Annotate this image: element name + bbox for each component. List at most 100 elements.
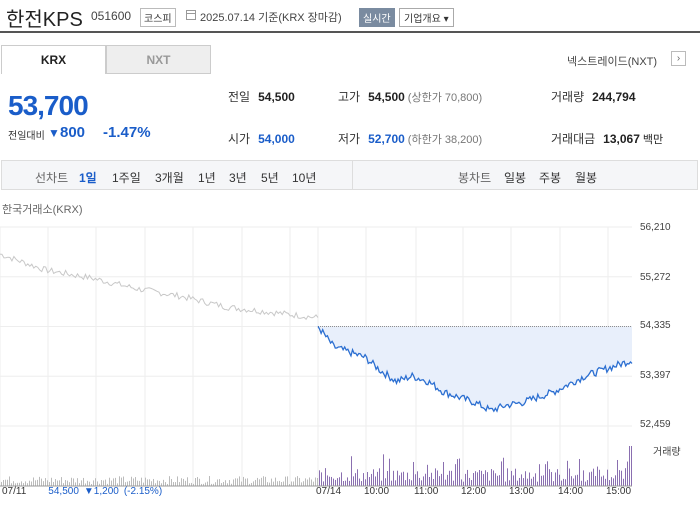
volume-bar — [607, 469, 608, 486]
volume-bar — [565, 479, 566, 486]
volume-bar — [345, 480, 346, 486]
amount-unit: 백만 — [642, 134, 664, 146]
volume-bar — [115, 477, 116, 486]
volume-bar — [195, 478, 196, 486]
volume-bar — [123, 476, 124, 486]
period-1y[interactable]: 1년 — [198, 169, 216, 186]
volume-bar — [163, 479, 164, 486]
candle-daily[interactable]: 일봉 — [504, 169, 526, 186]
volume-bar — [299, 477, 300, 486]
volume-bar — [361, 481, 362, 486]
volume-bar — [547, 461, 548, 486]
volume-bar — [389, 458, 390, 486]
volume-bar — [451, 470, 452, 486]
period-1d[interactable]: 1일 — [79, 169, 97, 186]
nextrade-link[interactable]: 넥스트레이드(NXT) — [567, 53, 657, 69]
volume-bar — [425, 473, 426, 486]
candle-chart-label: 봉차트 — [458, 171, 492, 185]
volume-bar — [623, 478, 624, 486]
volume-bar — [293, 481, 294, 486]
volume-bar — [341, 472, 342, 486]
volume-bar — [429, 477, 430, 486]
volume-bar — [337, 478, 338, 486]
stat-value: 54,500 — [368, 90, 405, 104]
period-3m[interactable]: 3개월 — [155, 169, 184, 186]
volume-bar — [331, 476, 332, 486]
volume-bar — [399, 475, 400, 486]
volume-bar — [563, 478, 564, 486]
volume-bar — [443, 461, 444, 486]
volume-bar — [497, 475, 498, 486]
period-1w[interactable]: 1주일 — [112, 169, 141, 186]
volume-bar — [515, 468, 516, 486]
volume-bar — [181, 478, 182, 486]
volume-bar — [535, 473, 536, 486]
volume-bar — [419, 477, 420, 486]
stat-prev-close: 전일 54,500 — [228, 88, 295, 105]
period-5y[interactable]: 5년 — [261, 169, 279, 186]
volume-bar — [183, 478, 184, 486]
volume-bar — [501, 461, 502, 486]
volume-bar — [219, 479, 220, 486]
volume-bar — [301, 482, 302, 486]
volume-legend: 거래량 — [653, 447, 681, 458]
tab-krx[interactable]: KRX — [1, 45, 106, 74]
divider — [352, 161, 353, 189]
volume-bar — [437, 470, 438, 486]
volume-bar — [327, 475, 328, 486]
volume-bar — [313, 481, 314, 486]
volume-bar — [271, 478, 272, 486]
volume-bar — [499, 475, 500, 486]
volume-bar — [629, 446, 630, 486]
volume-bar — [169, 476, 170, 486]
chevron-right-icon[interactable]: › — [671, 51, 686, 66]
stat-label: 고가 — [338, 90, 361, 104]
stock-name: 한전KPS — [6, 9, 83, 31]
stat-value: 13,067 — [603, 132, 640, 146]
volume-bar — [235, 478, 236, 486]
y-tick-label: 53,397 — [640, 370, 671, 381]
volume-bar — [355, 473, 356, 486]
volume-bar — [205, 482, 206, 486]
volume-bar — [303, 481, 304, 486]
volume-bar — [549, 469, 550, 486]
volume-bar — [333, 478, 334, 486]
volume-bar — [287, 476, 288, 486]
volume-bar — [387, 470, 388, 486]
volume-bar — [217, 479, 218, 486]
realtime-button[interactable]: 실시간 — [359, 8, 395, 27]
volume-bar — [179, 482, 180, 486]
volume-bar — [491, 469, 492, 486]
x-tick-label: 13:00 — [509, 486, 535, 497]
volume-bar — [409, 479, 410, 486]
volume-bar — [593, 468, 594, 486]
candle-weekly[interactable]: 주봉 — [539, 169, 561, 186]
volume-bar — [199, 478, 200, 486]
stat-low: 저가 52,700 (하한가 38,200) — [338, 130, 482, 147]
volume-bar — [537, 481, 538, 486]
period-10y[interactable]: 10년 — [292, 169, 316, 186]
volume-bar — [621, 470, 622, 486]
price-chart[interactable] — [0, 215, 700, 490]
volume-bar — [411, 480, 412, 486]
volume-bar — [239, 476, 240, 486]
volume-bar — [505, 481, 506, 486]
tab-nxt[interactable]: NXT — [106, 45, 211, 74]
volume-bar — [237, 478, 238, 486]
x-tick-label: 11:00 — [414, 486, 439, 497]
volume-bar — [373, 469, 374, 486]
volume-bar — [513, 475, 514, 486]
prev-price: 54,500 — [48, 486, 79, 497]
volume-bar — [265, 476, 266, 486]
volume-bar — [383, 454, 384, 486]
volume-bar — [95, 478, 96, 486]
volume-bar — [557, 469, 558, 486]
period-3y[interactable]: 3년 — [229, 169, 247, 186]
volume-bar — [367, 472, 368, 486]
volume-bar — [447, 474, 448, 486]
volume-bar — [591, 471, 592, 486]
volume-bar — [363, 473, 364, 486]
company-info-dropdown[interactable]: 기업개요 ▾ — [399, 8, 454, 27]
candle-monthly[interactable]: 월봉 — [575, 169, 597, 186]
volume-bar — [575, 475, 576, 486]
